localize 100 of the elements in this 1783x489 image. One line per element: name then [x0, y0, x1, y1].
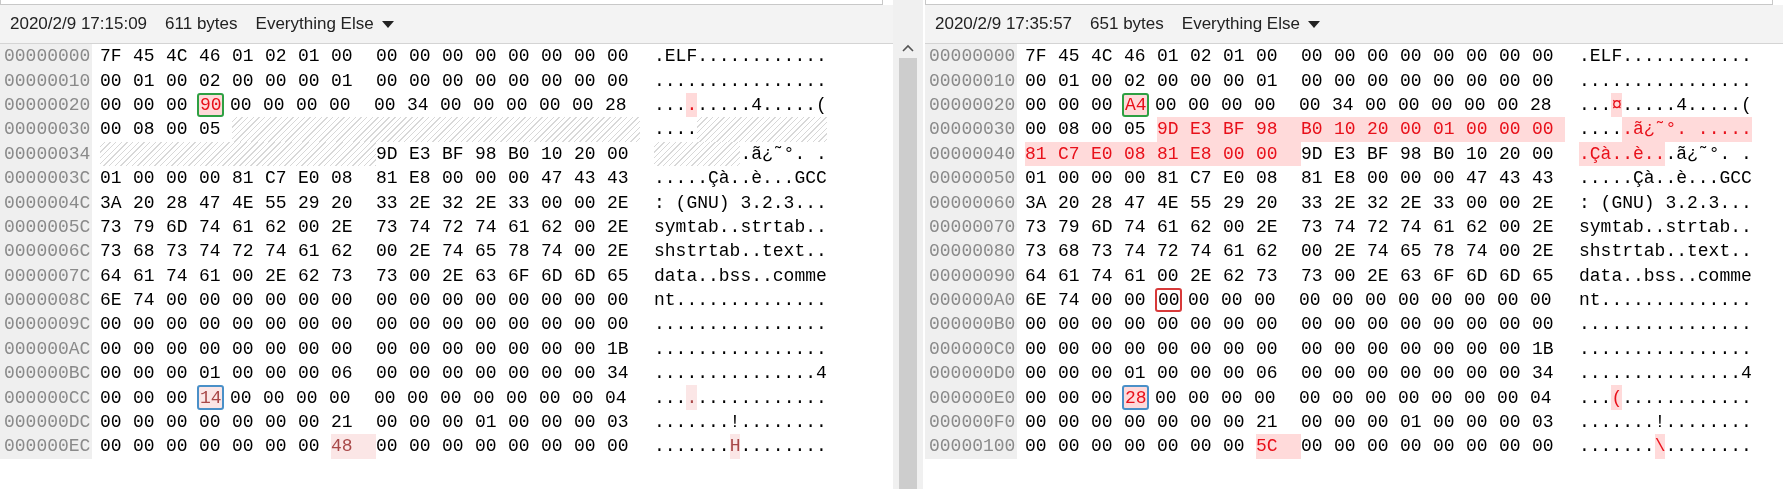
- ascii-text: nt..............: [654, 289, 827, 313]
- hex-byte: 81: [232, 167, 255, 191]
- hex-byte: 00: [1025, 386, 1048, 410]
- hex-byte: 00: [541, 435, 564, 459]
- hex-byte: 00: [409, 337, 432, 361]
- hex-byte: 00: [1157, 69, 1180, 93]
- hex-byte: 08: [133, 118, 156, 142]
- hex-byte: 06: [1256, 362, 1279, 386]
- hex-byte: 00: [199, 435, 222, 459]
- hex-byte: 21: [1256, 411, 1279, 435]
- hex-byte: 34: [407, 93, 430, 117]
- scrollbar-thumb[interactable]: [899, 58, 917, 489]
- hex-byte: 00: [1499, 362, 1522, 386]
- hex-byte: 73: [166, 240, 189, 264]
- ascii-text: .....Çà..è...GCC: [654, 167, 827, 191]
- hex-byte: 00: [1301, 313, 1324, 337]
- offset-label: 00000020: [925, 92, 1017, 118]
- ascii-text: nt..............: [1579, 289, 1752, 313]
- hex-byte: 00: [1188, 93, 1211, 117]
- hex-byte: 00: [1124, 313, 1147, 337]
- hex-byte: 2E: [1334, 240, 1357, 264]
- hex-byte: 20: [133, 191, 156, 215]
- hex-byte: 10: [1334, 117, 1367, 142]
- hex-byte: 61: [133, 264, 156, 288]
- hex-byte: 74: [1367, 240, 1390, 264]
- format-dropdown[interactable]: Everything Else: [1181, 14, 1320, 34]
- hex-byte: 05: [199, 118, 222, 142]
- hex-byte: 61: [232, 215, 255, 239]
- hex-byte: 00: [475, 45, 498, 69]
- hex-byte: 00: [1155, 93, 1178, 117]
- hex-byte: 00: [331, 289, 354, 313]
- hex-byte: 00: [574, 411, 597, 435]
- hex-byte: 00: [1190, 337, 1213, 361]
- hex-byte: 00: [100, 69, 123, 93]
- hex-byte: 47: [541, 167, 564, 191]
- scrollbar[interactable]: [893, 0, 923, 489]
- hex-byte: 00: [1223, 337, 1246, 361]
- hex-byte: 00: [1532, 313, 1555, 337]
- ascii-text: .....4.....(: [1622, 93, 1752, 117]
- hex-byte: 73: [376, 215, 399, 239]
- hex-byte: 00: [1124, 411, 1147, 435]
- ascii-text: symtab..strtab..: [654, 215, 827, 239]
- hex-byte: 00: [475, 435, 498, 459]
- hex-byte: 00: [541, 69, 564, 93]
- hex-byte: 02: [199, 69, 222, 93]
- hex-byte: 00: [298, 313, 321, 337]
- hex-byte: 6D: [166, 215, 189, 239]
- hex-byte: 74: [265, 240, 288, 264]
- hex-byte: 00: [1334, 69, 1357, 93]
- hex-byte: 00: [133, 93, 156, 117]
- hex-byte: 00: [409, 69, 432, 93]
- ascii-text: data..bss..comme: [654, 264, 827, 288]
- hex-byte: 81: [1157, 167, 1180, 191]
- hex-byte: 00: [574, 240, 597, 264]
- hex-byte: 20: [1499, 142, 1522, 166]
- hex-byte: 00: [409, 289, 432, 313]
- offset-label: 000000CC: [0, 385, 92, 410]
- hex-byte: 01: [1223, 45, 1246, 69]
- hex-byte: 00: [329, 93, 352, 117]
- hex-byte: 00: [1400, 435, 1423, 459]
- offset-label: 000000D0: [925, 361, 1017, 386]
- hex-byte: 00: [376, 313, 399, 337]
- hex-byte: 00: [263, 386, 286, 410]
- hex-byte: 00: [442, 289, 465, 313]
- hex-byte: 00: [1190, 362, 1213, 386]
- hex-byte: 00: [1025, 313, 1048, 337]
- hex-byte: 63: [1400, 264, 1423, 288]
- offset-label: 000000F0: [925, 409, 1017, 435]
- hex-byte: 32: [442, 191, 465, 215]
- hex-byte: 6E: [100, 289, 123, 313]
- hex-byte: 00: [1400, 117, 1433, 142]
- hex-byte: 64: [100, 264, 123, 288]
- offset-label: 000000C0: [925, 336, 1017, 362]
- ascii-text: ................: [654, 313, 827, 337]
- hex-byte: 03: [607, 411, 630, 435]
- hex-byte: 00: [574, 289, 597, 313]
- hex-byte: 20: [331, 191, 354, 215]
- file-size: 611 bytes: [165, 14, 238, 34]
- hex-byte: 2E: [409, 240, 432, 264]
- hex-byte: 00: [1091, 362, 1114, 386]
- hex-byte: 74: [1124, 215, 1147, 239]
- hex-byte: 00: [232, 289, 255, 313]
- hex-byte: 00: [1190, 69, 1213, 93]
- hex-byte: 6D: [1466, 264, 1489, 288]
- format-dropdown[interactable]: Everything Else: [255, 14, 394, 34]
- hex-byte: 00: [166, 337, 189, 361]
- hex-byte: 00: [409, 362, 432, 386]
- hex-byte: 43: [574, 167, 597, 191]
- hex-byte: 00: [100, 411, 123, 435]
- hex-byte: B0: [508, 142, 531, 166]
- hex-byte: 00: [1532, 69, 1555, 93]
- offset-label: 00000030: [0, 117, 92, 142]
- ascii-text: ...............4: [1579, 362, 1752, 386]
- hex-byte: 00: [508, 411, 531, 435]
- hex-byte: 4E: [232, 191, 255, 215]
- hex-byte: 00: [1124, 167, 1147, 191]
- hex-byte: 9D: [1157, 117, 1190, 142]
- hex-byte: 08: [331, 167, 354, 191]
- hex-byte: 00: [1025, 362, 1048, 386]
- scroll-up-icon[interactable]: [902, 44, 914, 52]
